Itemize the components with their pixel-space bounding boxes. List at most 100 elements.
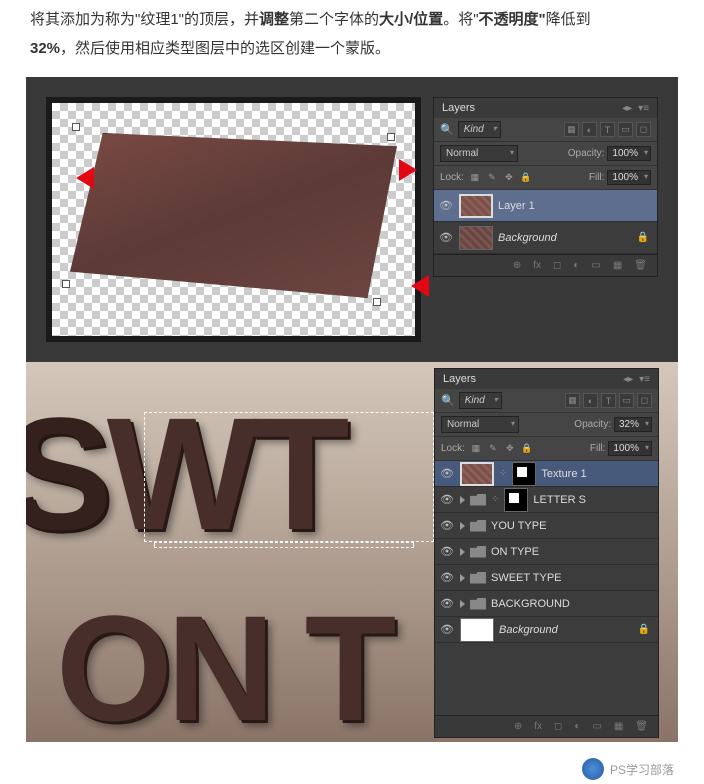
type-filter-icon[interactable]: T	[600, 122, 615, 137]
folder-icon	[470, 546, 486, 558]
layer-name: YOU TYPE	[491, 520, 546, 532]
disclosure-icon[interactable]	[460, 600, 465, 608]
visibility-icon[interactable]: 👁	[439, 493, 455, 506]
layer-row[interactable]: 👁⁘Texture 1	[435, 461, 658, 487]
lock-pixels-icon[interactable]: ▦	[469, 442, 483, 456]
folder-icon	[470, 598, 486, 610]
new-layer-icon[interactable]: ▦	[614, 721, 623, 732]
lock-paint-icon[interactable]: ✎	[485, 171, 499, 185]
mask-thumb[interactable]	[504, 488, 528, 512]
collapse-icon[interactable]: ◂▸	[623, 374, 633, 385]
layers-panel: Layers ◂▸▾≡ 🔍 Kind ▦ ◐ T ▭ ◻ Normal	[434, 368, 659, 738]
adjust-filter-icon[interactable]: ◐	[582, 122, 597, 137]
mask-icon[interactable]: ◻	[554, 721, 562, 732]
opacity-input[interactable]: 100%	[607, 146, 651, 161]
shape-filter-icon[interactable]: ▭	[618, 122, 633, 137]
menu-icon[interactable]: ▾≡	[639, 374, 650, 385]
visibility-icon[interactable]: 👁	[439, 571, 455, 584]
fill-input[interactable]: 100%	[608, 441, 652, 456]
smart-filter-icon[interactable]: ◻	[637, 393, 652, 408]
search-icon[interactable]: 🔍	[441, 394, 455, 407]
layer-row[interactable]: 👁⁘LETTER S	[435, 487, 658, 513]
visibility-icon[interactable]: 👁	[438, 199, 454, 212]
layer-thumb[interactable]	[459, 194, 493, 218]
layer-name: Background	[499, 624, 558, 636]
collapse-icon[interactable]: ◂▸	[622, 103, 632, 114]
new-layer-icon[interactable]: ▦	[613, 260, 622, 271]
lock-all-icon[interactable]: 🔒	[519, 171, 533, 185]
blend-mode[interactable]: Normal	[440, 145, 518, 162]
fx-icon[interactable]: fx	[533, 260, 541, 271]
panel-tab[interactable]: Layers ◂▸▾≡	[434, 98, 657, 118]
disclosure-icon[interactable]	[460, 522, 465, 530]
shape-filter-icon[interactable]: ▭	[619, 393, 634, 408]
layer-name: SWEET TYPE	[491, 572, 562, 584]
layer-row[interactable]: 👁 YOU TYPE	[435, 513, 658, 539]
arrow-icon	[76, 167, 94, 189]
visibility-icon[interactable]: 👁	[439, 597, 455, 610]
smart-filter-icon[interactable]: ◻	[636, 122, 651, 137]
menu-icon[interactable]: ▾≡	[638, 103, 649, 114]
fx-icon[interactable]: fx	[534, 721, 542, 732]
fill-input[interactable]: 100%	[607, 170, 651, 185]
trash-icon[interactable]: 🗑	[635, 721, 648, 732]
opacity-input[interactable]: 32%	[614, 417, 652, 432]
visibility-icon[interactable]: 👁	[439, 467, 455, 480]
layer-name: Background	[498, 232, 557, 244]
adjustment-icon[interactable]: ◐	[573, 260, 579, 271]
lock-paint-icon[interactable]: ✎	[486, 442, 500, 456]
disclosure-icon[interactable]	[460, 548, 465, 556]
trash-icon[interactable]: 🗑	[634, 260, 647, 271]
visibility-icon[interactable]: 👁	[439, 519, 455, 532]
disclosure-icon[interactable]	[460, 496, 465, 504]
mask-thumb[interactable]	[512, 462, 536, 486]
selection-marquee	[144, 412, 434, 542]
layer-name: BACKGROUND	[491, 598, 570, 610]
blend-mode[interactable]: Normal	[441, 416, 519, 433]
layer-name: LETTER S	[533, 494, 586, 506]
group-icon[interactable]: ▭	[591, 260, 600, 271]
layer-name: Texture 1	[541, 468, 586, 480]
layer-row[interactable]: 👁 Layer 1	[434, 190, 657, 222]
layer-row[interactable]: 👁 BACKGROUND	[435, 591, 658, 617]
layer-thumb[interactable]	[459, 226, 493, 250]
disclosure-icon[interactable]	[460, 574, 465, 582]
screenshot-bottom: SWT ON T Layers ◂▸▾≡ 🔍 Kind ▦ ◐ T ▭	[26, 362, 678, 742]
link-icon[interactable]: ⊕	[514, 721, 522, 732]
adjustment-icon[interactable]: ◐	[574, 721, 580, 732]
kind-filter[interactable]: Kind	[458, 121, 501, 138]
instruction-text: 将其添加为称为"纹理1"的顶层，并调整第二个字体的大小/位置。将"不透明度"降低…	[0, 0, 704, 77]
screenshot-top: Layers ◂▸▾≡ 🔍 Kind ▦ ◐ T ▭ ◻ Normal	[26, 77, 678, 362]
visibility-icon[interactable]: 👁	[439, 623, 455, 636]
layer-row[interactable]: 👁ON TYPE	[435, 539, 658, 565]
lock-all-icon[interactable]: 🔒	[520, 442, 534, 456]
texture-slab[interactable]	[70, 133, 397, 298]
panel-footer: ⊕ fx ◻ ◐ ▭ ▦ 🗑	[434, 254, 657, 276]
lock-pixels-icon[interactable]: ▦	[468, 171, 482, 185]
pixel-filter-icon[interactable]: ▦	[564, 122, 579, 137]
mask-icon[interactable]: ◻	[553, 260, 561, 271]
lock-icon: 🔒	[637, 232, 649, 243]
avatar	[582, 758, 604, 780]
adjust-filter-icon[interactable]: ◐	[583, 393, 598, 408]
panel-tab[interactable]: Layers ◂▸▾≡	[435, 369, 658, 389]
group-icon[interactable]: ▭	[592, 721, 601, 732]
link-icon[interactable]: ⊕	[513, 260, 521, 271]
layer-thumb[interactable]	[460, 462, 494, 486]
lock-pos-icon[interactable]: ✥	[503, 442, 517, 456]
layer-row[interactable]: 👁 Background 🔒	[434, 222, 657, 254]
layer-row[interactable]: 👁Background🔒	[435, 617, 658, 643]
layer-name: Layer 1	[498, 200, 535, 212]
search-icon[interactable]: 🔍	[440, 123, 454, 136]
pixel-filter-icon[interactable]: ▦	[565, 393, 580, 408]
layer-row[interactable]: 👁 SWEET TYPE	[435, 565, 658, 591]
visibility-icon[interactable]: 👁	[439, 545, 455, 558]
lock-pos-icon[interactable]: ✥	[502, 171, 516, 185]
type-filter-icon[interactable]: T	[601, 393, 616, 408]
kind-filter[interactable]: Kind	[459, 392, 502, 409]
folder-icon	[470, 494, 486, 506]
layer-thumb[interactable]	[460, 618, 494, 642]
article-footer: PS学习部落	[0, 752, 704, 784]
canvas[interactable]	[46, 97, 421, 342]
visibility-icon[interactable]: 👁	[438, 231, 454, 244]
